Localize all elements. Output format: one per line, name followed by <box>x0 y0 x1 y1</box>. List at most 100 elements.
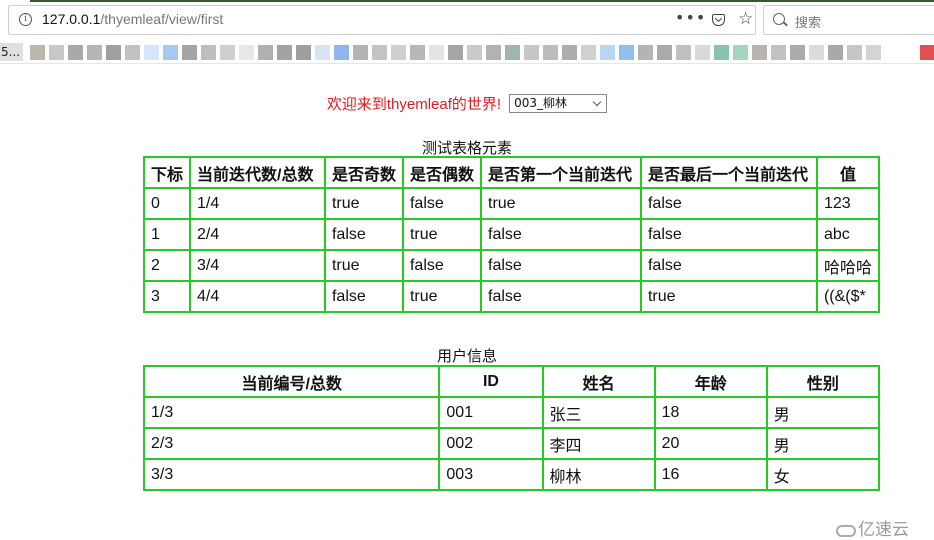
more-actions-icon[interactable]: ••• <box>675 8 706 27</box>
bookmark-item[interactable] <box>239 45 254 60</box>
table-cell: false <box>323 280 404 313</box>
bookmark-star-icon[interactable]: ☆ <box>738 9 753 29</box>
table-cell: 3/3 <box>142 458 441 491</box>
bookmark-item[interactable] <box>201 45 216 60</box>
table-cell: 1 <box>142 218 192 251</box>
search-icon <box>773 13 785 25</box>
bookmark-item[interactable] <box>49 45 64 60</box>
table-cell: 哈哈哈 <box>815 249 881 282</box>
table-cell: 0 <box>142 187 192 220</box>
column-header: 年龄 <box>653 365 768 398</box>
bookmark-item[interactable] <box>30 45 45 60</box>
pocket-icon[interactable] <box>712 14 725 26</box>
table-cell: false <box>480 280 642 313</box>
table-cell: 20 <box>653 427 768 460</box>
table-row: 1 2/4 false true false false abc <box>142 218 881 251</box>
bookmark-item[interactable] <box>144 45 159 60</box>
bookmark-item[interactable] <box>676 45 691 60</box>
table-cell: true <box>480 187 642 220</box>
bookmark-item[interactable] <box>562 45 577 60</box>
table-cell: 2/4 <box>189 218 326 251</box>
search-placeholder: 搜索 <box>795 16 822 31</box>
bookmark-item[interactable] <box>790 45 805 60</box>
table-cell: 002 <box>438 427 544 460</box>
user-select[interactable]: 003_柳林 <box>509 94 608 113</box>
table-cell: false <box>639 218 818 251</box>
table-cell: 李四 <box>541 427 656 460</box>
bookmark-item[interactable] <box>296 45 311 60</box>
table-cell: true <box>639 280 818 313</box>
table-cell: false <box>480 249 642 282</box>
user-info-table: 当前编号/总数 ID 姓名 年龄 性别 1/3 001 张三 18 男 2/3 002 李四 20 男 3/… <box>142 365 881 491</box>
watermark-text: 亿速云 <box>858 520 909 539</box>
column-header: 是否最后一个当前迭代 <box>639 156 818 189</box>
table-cell: false <box>639 249 818 282</box>
bookmark-item[interactable] <box>866 45 881 60</box>
bookmark-item[interactable]: 5... <box>0 43 23 61</box>
search-bar[interactable]: 搜索 <box>763 5 934 35</box>
bookmark-item[interactable] <box>448 45 463 60</box>
bookmark-item[interactable] <box>600 45 615 60</box>
bookmark-item[interactable] <box>505 45 520 60</box>
user-select-value: 003_柳林 <box>514 96 568 110</box>
bookmark-item[interactable] <box>163 45 178 60</box>
table-row: 1/3 001 张三 18 男 <box>142 396 881 429</box>
bookmark-item[interactable] <box>429 45 444 60</box>
url-path: /thyemleaf/view/first <box>100 11 224 27</box>
table-cell: true <box>401 280 483 313</box>
bookmark-item[interactable] <box>220 45 235 60</box>
table-cell: 18 <box>653 396 768 429</box>
table-cell: 3 <box>142 280 192 313</box>
table-row: 0 1/4 true false true false 123 <box>142 187 881 220</box>
bookmark-item[interactable] <box>486 45 501 60</box>
address-bar[interactable]: i 127.0.0.1/thyemleaf/view/first ••• ☆ <box>8 5 756 35</box>
column-header: 性别 <box>765 365 881 398</box>
bookmarks-toolbar: 5... <box>0 41 934 64</box>
url-text[interactable]: 127.0.0.1/thyemleaf/view/first <box>42 11 223 27</box>
bookmark-item[interactable] <box>353 45 368 60</box>
bookmark-item[interactable] <box>125 45 140 60</box>
table-cell: 男 <box>765 396 881 429</box>
table-cell: false <box>323 218 404 251</box>
bookmark-item[interactable] <box>410 45 425 60</box>
bookmark-item[interactable] <box>372 45 387 60</box>
iteration-table: 下标 当前迭代数/总数 是否奇数 是否偶数 是否第一个当前迭代 是否最后一个当前迭代值 0… <box>142 156 881 313</box>
bookmark-item[interactable] <box>828 45 843 60</box>
bookmark-item[interactable] <box>87 45 102 60</box>
table-cell: 001 <box>438 396 544 429</box>
table-cell: false <box>639 187 818 220</box>
table-cell: 张三 <box>541 396 656 429</box>
bookmark-item[interactable] <box>543 45 558 60</box>
bookmark-item[interactable] <box>68 45 83 60</box>
bookmark-item[interactable] <box>809 45 824 60</box>
bookmark-item[interactable] <box>106 45 121 60</box>
bookmark-item[interactable] <box>920 45 934 60</box>
bookmark-item[interactable] <box>467 45 482 60</box>
bookmark-item[interactable] <box>258 45 273 60</box>
bookmark-item[interactable] <box>391 45 406 60</box>
table-cell: 2/3 <box>142 427 441 460</box>
bookmark-item[interactable] <box>334 45 349 60</box>
bookmark-item[interactable] <box>657 45 672 60</box>
column-header: 下标 <box>142 156 192 189</box>
table-cell: 4/4 <box>189 280 326 313</box>
table-cell: 16 <box>653 458 768 491</box>
info-icon[interactable]: i <box>19 13 32 26</box>
bookmark-item[interactable] <box>733 45 748 60</box>
bookmark-item[interactable] <box>847 45 862 60</box>
bookmark-item[interactable] <box>182 45 197 60</box>
bookmark-item[interactable] <box>752 45 767 60</box>
bookmark-item[interactable] <box>581 45 596 60</box>
bookmark-item[interactable] <box>277 45 292 60</box>
bookmark-item[interactable] <box>714 45 729 60</box>
bookmark-item[interactable] <box>771 45 786 60</box>
window-top-edge <box>30 0 934 2</box>
bookmark-item[interactable] <box>315 45 330 60</box>
bookmark-item[interactable] <box>619 45 634 60</box>
table-cell: 女 <box>765 458 881 491</box>
bookmark-item[interactable] <box>695 45 710 60</box>
bookmark-item[interactable] <box>638 45 653 60</box>
table-cell: 1/4 <box>189 187 326 220</box>
table-cell: 003 <box>438 458 544 491</box>
bookmark-item[interactable] <box>524 45 539 60</box>
